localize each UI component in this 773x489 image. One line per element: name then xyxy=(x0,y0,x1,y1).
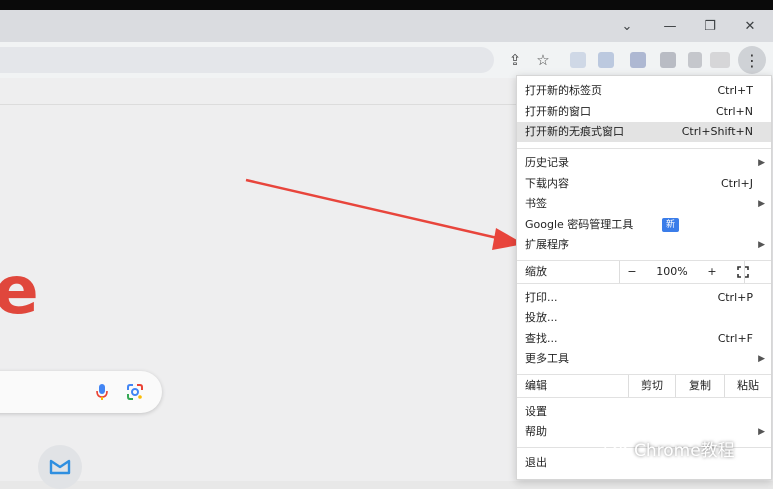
share-icon: ⇪ xyxy=(508,51,522,69)
menu-separator xyxy=(517,148,771,149)
submenu-arrow-icon: ▶ xyxy=(758,158,765,168)
zoom-out-button[interactable]: − xyxy=(622,261,642,283)
google-lens-icon[interactable] xyxy=(126,383,144,401)
tab-search-button[interactable]: ⌄ xyxy=(607,10,647,42)
google-logo-fragment: e xyxy=(0,252,39,329)
submenu-arrow-icon: ▶ xyxy=(758,199,765,209)
paste-button[interactable]: 粘贴 xyxy=(724,375,771,397)
submenu-arrow-icon: ▶ xyxy=(758,427,765,437)
extension-icon[interactable] xyxy=(570,52,586,68)
tab-strip xyxy=(0,10,600,42)
bookmark-star-button[interactable]: ☆ xyxy=(530,47,556,73)
wechat-icon xyxy=(604,438,628,457)
watermark: Chrome教程 xyxy=(604,437,735,461)
star-icon: ☆ xyxy=(536,51,550,69)
app-shortcut-icon xyxy=(49,459,71,475)
menu-item-find[interactable]: 查找... Ctrl+F xyxy=(517,329,771,349)
menu-item-new-window[interactable]: 打开新的窗口 Ctrl+N xyxy=(517,102,771,122)
more-vert-icon: ⋮ xyxy=(744,50,760,70)
menu-item-cast[interactable]: 投放... xyxy=(517,308,771,328)
menu-item-password-manager[interactable]: Google 密码管理工具 新 xyxy=(517,215,771,235)
page-divider xyxy=(0,104,520,105)
close-button[interactable]: ✕ xyxy=(730,10,770,42)
submenu-arrow-icon: ▶ xyxy=(758,354,765,364)
zoom-level: 100% xyxy=(656,265,688,278)
zoom-in-button[interactable]: + xyxy=(702,261,722,283)
profile-avatar[interactable] xyxy=(710,52,730,68)
menu-separator xyxy=(517,397,771,398)
minimize-icon: — xyxy=(663,18,677,34)
new-badge: 新 xyxy=(662,218,679,232)
menu-item-print[interactable]: 打印... Ctrl+P xyxy=(517,288,771,308)
mic-icon[interactable] xyxy=(96,383,108,401)
menu-item-new-incognito-window[interactable]: 打开新的无痕式窗口 Ctrl+Shift+N xyxy=(517,122,771,142)
fullscreen-icon[interactable] xyxy=(737,266,749,278)
share-button[interactable]: ⇪ xyxy=(502,47,528,73)
menu-zoom-row: 缩放 − 100% + xyxy=(517,261,771,283)
chevron-down-icon: ⌄ xyxy=(621,18,633,34)
menu-item-history[interactable]: 历史记录 ▶ xyxy=(517,153,771,173)
chrome-menu-button[interactable]: ⋮ xyxy=(738,46,766,74)
screen-top-band xyxy=(0,0,773,10)
extension-icon[interactable] xyxy=(688,52,702,68)
extension-icon[interactable] xyxy=(660,52,676,68)
menu-item-more-tools[interactable]: 更多工具 ▶ xyxy=(517,349,771,369)
menu-item-extensions[interactable]: 扩展程序 ▶ xyxy=(517,235,771,255)
restore-button[interactable]: ❐ xyxy=(690,10,730,42)
watermark-text: Chrome教程 xyxy=(634,440,735,461)
menu-item-bookmarks[interactable]: 书签 ▶ xyxy=(517,194,771,214)
cut-button[interactable]: 剪切 xyxy=(628,375,675,397)
close-icon: ✕ xyxy=(744,18,756,34)
menu-item-new-tab[interactable]: 打开新的标签页 Ctrl+T xyxy=(517,81,771,101)
menu-edit-row: 编辑 剪切 复制 粘贴 xyxy=(517,375,771,397)
zoom-controls: − 100% + xyxy=(619,261,745,283)
restore-icon: ❐ xyxy=(704,18,716,34)
extension-icon[interactable] xyxy=(630,52,646,68)
minimize-button[interactable]: — xyxy=(650,10,690,42)
chrome-main-menu: 打开新的标签页 Ctrl+T 打开新的窗口 Ctrl+N 打开新的无痕式窗口 C… xyxy=(516,75,772,480)
submenu-arrow-icon: ▶ xyxy=(758,240,765,250)
menu-item-downloads[interactable]: 下载内容 Ctrl+J xyxy=(517,174,771,194)
extension-icon[interactable] xyxy=(598,52,614,68)
shortcut-tile[interactable] xyxy=(38,445,82,489)
menu-item-settings[interactable]: 设置 xyxy=(517,402,771,422)
address-bar[interactable] xyxy=(0,47,494,73)
copy-button[interactable]: 复制 xyxy=(675,375,724,397)
menu-separator xyxy=(517,283,771,284)
